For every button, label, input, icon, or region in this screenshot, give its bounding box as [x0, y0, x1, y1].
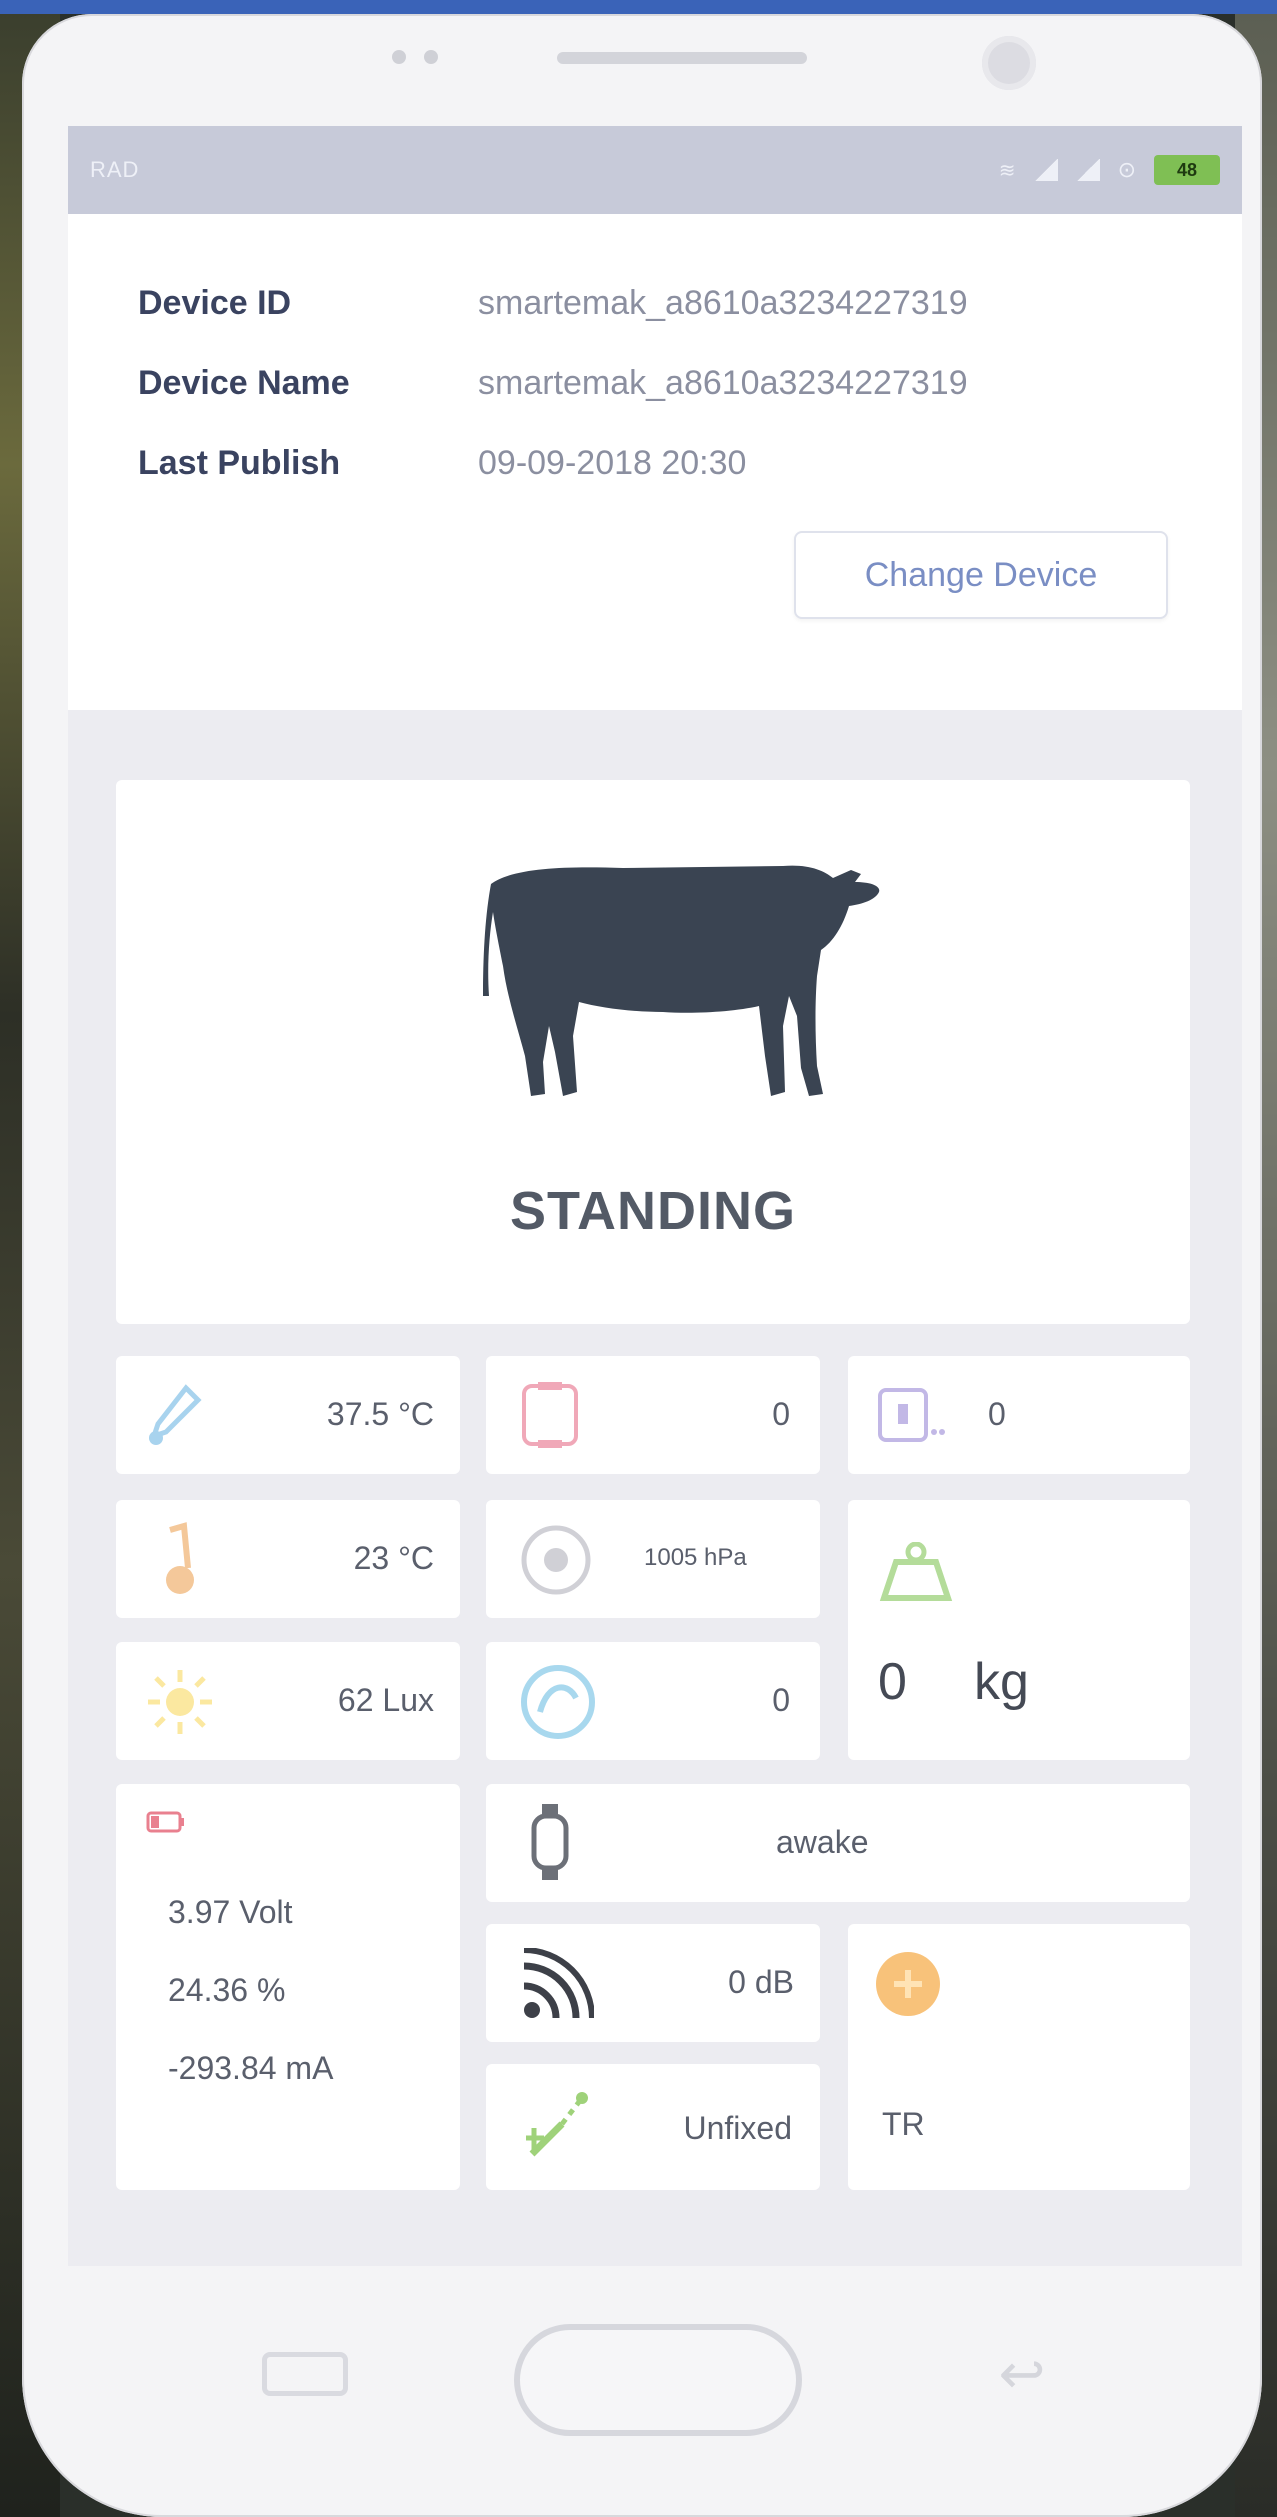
device-navigation-bar: ↩ — [22, 2280, 1262, 2460]
cow-state-label: STANDING — [510, 1181, 796, 1241]
device-id-value: smartemak_a8610a3234227319 — [478, 284, 968, 322]
cow-status-card: STANDING — [116, 780, 1190, 1324]
nfc-icon: ≋ — [998, 159, 1016, 182]
light-tile[interactable]: 62 Lux — [116, 1642, 460, 1760]
status-bar: RAD ≋ ⊙ 48 — [68, 126, 1242, 214]
device-id-row: Device ID smartemak_a8610a3234227319 — [138, 284, 968, 323]
barometer-icon — [521, 1525, 591, 1595]
device-name-row: Device Name smartemak_a8610a3234227319 — [138, 364, 968, 403]
device-id-label: Device ID — [138, 284, 292, 322]
monitor-panel: STANDING 37.5 °C 0 0 23 °C 1005 hPa 0 kg… — [68, 710, 1242, 2266]
signal-tile[interactable]: 0 dB — [486, 1924, 820, 2042]
recent-apps-button[interactable] — [262, 2352, 348, 2396]
ambient-temperature-value: 23 °C — [353, 1540, 434, 1576]
battery-current-value: -293.84 mA — [168, 2050, 334, 2086]
device-name-label: Device Name — [138, 364, 350, 402]
alert-count-value: 0 — [772, 1396, 790, 1432]
battery-percent-value: 24.36 % — [168, 1972, 286, 2008]
pressure-value: 1005 hPa — [644, 1544, 747, 1571]
weight-scale-icon — [879, 1542, 953, 1601]
change-device-button[interactable]: Change Device — [794, 531, 1168, 619]
signal-value: 0 dB — [728, 1964, 794, 2000]
signal-strength-icon — [523, 1948, 594, 2019]
low-battery-icon — [146, 1811, 184, 1833]
top-accent-bar — [0, 0, 1277, 14]
heat-value: TR — [882, 2106, 925, 2142]
last-publish-row: Last Publish 09-09-2018 20:30 — [138, 444, 746, 483]
status-icons: ≋ ⊙ 48 — [999, 155, 1220, 185]
weight-tile[interactable]: 0 kg — [848, 1500, 1190, 1760]
heat-tile[interactable]: TR — [848, 1924, 1190, 2190]
rumination-value: 0 — [772, 1682, 790, 1718]
steps-value: 0 — [988, 1396, 1006, 1432]
weight-value: 0 — [878, 1653, 907, 1711]
battery-indicator: 48 — [1154, 155, 1220, 185]
activity-value: awake — [776, 1824, 869, 1860]
body-temperature-value: 37.5 °C — [326, 1396, 434, 1432]
gps-location-icon — [526, 2092, 588, 2157]
back-button[interactable]: ↩ — [982, 2346, 1062, 2402]
heat-detection-icon — [876, 1952, 940, 2016]
alarm-icon: ⊙ — [1117, 157, 1136, 182]
collar-alert-icon — [522, 1382, 578, 1448]
light-value: 62 Lux — [337, 1682, 434, 1718]
ambient-temperature-tile[interactable]: 23 °C — [116, 1500, 460, 1618]
smartwatch-icon — [531, 1804, 569, 1880]
ambient-thermometer-icon — [166, 1522, 194, 1594]
alert-tile[interactable]: 0 — [486, 1356, 820, 1474]
last-publish-label: Last Publish — [138, 444, 341, 482]
rumination-tile[interactable]: 0 — [486, 1642, 820, 1760]
home-button[interactable] — [514, 2324, 802, 2436]
thermometer-icon — [149, 1384, 202, 1445]
pedometer-icon — [878, 1388, 945, 1442]
wifi-signal-icon — [1033, 159, 1058, 181]
sensor-dots — [392, 50, 438, 64]
activity-tile[interactable]: awake — [486, 1784, 1190, 1902]
steps-tile[interactable]: 0 — [848, 1356, 1190, 1474]
body-temperature-tile[interactable]: 37.5 °C — [116, 1356, 460, 1474]
app-screen: RAD ≋ ⊙ 48 Device ID smartemak_a8610a323… — [68, 126, 1242, 2266]
gps-value: Unfixed — [683, 2110, 793, 2146]
weight-unit: kg — [974, 1653, 1029, 1711]
battery-tile[interactable]: 3.97 Volt 24.36 % -293.84 mA — [116, 1784, 460, 2190]
pressure-tile[interactable]: 1005 hPa — [486, 1500, 820, 1618]
device-info-card: Device ID smartemak_a8610a3234227319 Dev… — [68, 214, 1242, 710]
front-camera — [982, 36, 1036, 90]
sun-icon — [148, 1670, 212, 1734]
earpiece-speaker — [557, 52, 807, 64]
cow-icon — [483, 865, 880, 1096]
rumination-icon — [521, 1665, 595, 1739]
last-publish-value: 09-09-2018 20:30 — [478, 444, 747, 482]
battery-voltage-value: 3.97 Volt — [168, 1894, 293, 1930]
cell-signal-icon — [1075, 159, 1100, 181]
status-left-text: RAD — [90, 157, 140, 182]
gps-tile[interactable]: Unfixed — [486, 2064, 820, 2190]
device-name-value: smartemak_a8610a3234227319 — [478, 364, 968, 402]
